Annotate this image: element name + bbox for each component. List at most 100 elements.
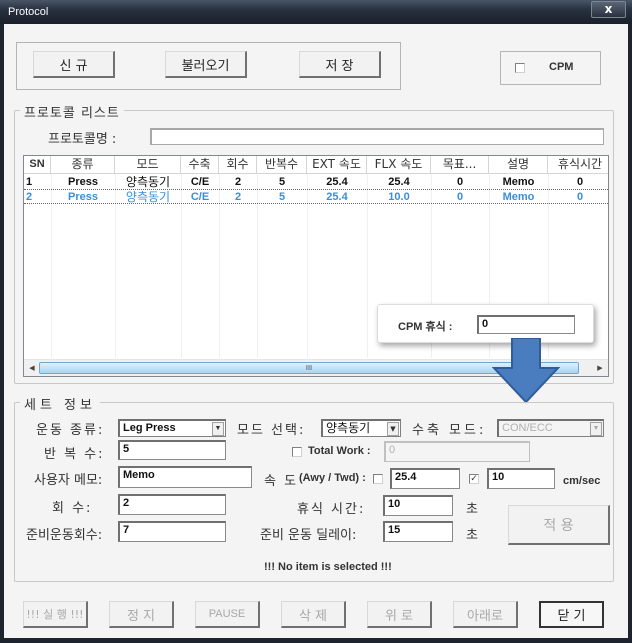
cell-description: Memo <box>502 191 535 203</box>
title-bar[interactable]: Protocol x <box>0 0 632 24</box>
warmup-delay-unit: 초 <box>466 528 478 543</box>
exercise-type-value: Leg Press <box>123 422 176 434</box>
cpm-label: CPM <box>549 61 574 73</box>
protocol-name-input[interactable] <box>150 128 604 145</box>
chevron-down-icon[interactable]: ▼ <box>212 422 224 436</box>
warmup-delay-input[interactable]: 15 <box>383 521 453 542</box>
set-info-title: 세트 정보 <box>20 394 100 413</box>
warmup-count-label: 준비운동회수: <box>26 528 103 543</box>
delete-button[interactable]: 삭 제 <box>281 601 346 628</box>
load-button[interactable]: 불러오기 <box>165 51 247 78</box>
sets-input[interactable]: 2 <box>118 494 226 515</box>
column-header-type[interactable]: 종류 <box>51 156 115 174</box>
contraction-mode-select[interactable]: CON/ECC ▼ <box>497 419 604 437</box>
speed-direction-label: (Awy / Twd) : <box>299 472 366 484</box>
contraction-mode-label: 수축 모드: <box>412 423 487 438</box>
column-header-target[interactable]: 목표... <box>431 156 489 174</box>
column-header-rest[interactable]: 휴식시간 <box>548 156 608 174</box>
cell-reps: 5 <box>278 176 286 188</box>
table-row-selected[interactable]: 2 Press 양측동기 C/E 2 5 25.4 10.0 0 Memo 0 <box>24 189 608 204</box>
column-header-sets[interactable]: 회수 <box>219 156 257 174</box>
chevron-down-icon[interactable]: ▼ <box>387 422 399 436</box>
memo-label: 사용자 메모: <box>34 473 103 488</box>
cell-description: Memo <box>502 176 535 188</box>
cpm-checkbox[interactable] <box>515 63 525 73</box>
total-work-label: Total Work : <box>308 445 371 457</box>
memo-input[interactable]: Memo <box>118 466 252 488</box>
cell-sets: 2 <box>234 191 242 203</box>
warmup-count-input[interactable]: 7 <box>118 521 226 542</box>
protocol-list-title: 프로토콜 리스트 <box>20 102 124 121</box>
mode-select-value: 양측동기 <box>326 421 371 435</box>
speed-away-checkbox[interactable] <box>373 474 383 484</box>
cell-target: 0 <box>456 176 464 188</box>
column-header-contraction[interactable]: 수축 <box>181 156 219 174</box>
cpm-rest-label: CPM 휴식 : <box>398 321 453 333</box>
rest-time-input[interactable]: 10 <box>383 495 453 516</box>
cpm-rest-input[interactable]: 0 <box>477 315 575 334</box>
speed-label: 속 도 <box>264 474 299 489</box>
exercise-type-label: 운동 종류: <box>36 423 105 438</box>
cell-type: Press <box>68 176 98 188</box>
protocol-name-label: 프로토콜명 : <box>48 132 117 147</box>
chevron-down-icon[interactable]: ▼ <box>590 422 602 436</box>
speed-toward-input[interactable]: 10 <box>487 468 555 489</box>
reps-label: 반 복 수: <box>44 447 105 462</box>
stop-button[interactable]: 정 지 <box>109 601 174 628</box>
column-header-description[interactable]: 설명 <box>489 156 548 174</box>
contraction-mode-value: CON/ECC <box>502 422 553 434</box>
scroll-left-icon[interactable]: ◀ <box>25 362 39 375</box>
exercise-type-select[interactable]: Leg Press ▼ <box>118 419 226 437</box>
cell-flx-speed: 10.0 <box>388 191 410 203</box>
cell-sn: 2 <box>26 191 33 203</box>
cell-contraction: C/E <box>190 191 210 203</box>
rest-time-label: 휴식 시간: <box>297 502 366 517</box>
column-header-sn[interactable]: SN <box>24 156 51 174</box>
cell-rest: 0 <box>576 176 584 188</box>
total-work-input[interactable]: 0 <box>384 441 530 462</box>
total-work-checkbox[interactable] <box>292 447 302 457</box>
cell-sn: 1 <box>26 176 33 188</box>
cell-rest: 0 <box>576 191 584 203</box>
speed-toward-checkbox[interactable]: ✓ <box>469 474 479 484</box>
cell-ext-speed: 25.4 <box>326 191 348 203</box>
table-header: SN 종류 모드 수축 회수 반복수 EXT 속도 FLX 속도 목표... 설… <box>24 156 608 174</box>
cell-type: Press <box>68 191 98 203</box>
mode-select[interactable]: 양측동기 ▼ <box>321 419 401 437</box>
checkmark-icon: ✓ <box>470 474 478 484</box>
window-title: Protocol <box>8 6 49 18</box>
table-row[interactable]: 1 Press 양측동기 C/E 2 5 25.4 25.4 0 Memo 0 <box>24 175 608 190</box>
run-button[interactable]: !!! 실 행 !!! <box>23 601 88 628</box>
column-header-reps[interactable]: 반복수 <box>257 156 307 174</box>
down-arrow-icon <box>492 338 560 404</box>
apply-button[interactable]: 적 용 <box>508 505 610 545</box>
down-arrow-shape <box>492 338 560 404</box>
close-window-button[interactable]: x <box>591 1 626 18</box>
column-header-mode[interactable]: 모드 <box>115 156 181 174</box>
cell-sets: 2 <box>234 176 242 188</box>
speed-away-input[interactable]: 25.4 <box>390 468 460 489</box>
move-up-button[interactable]: 위 로 <box>367 601 432 628</box>
warmup-delay-label: 준비 운동 딜레이: <box>260 528 357 543</box>
cell-reps: 5 <box>278 191 286 203</box>
cell-contraction: C/E <box>190 176 210 188</box>
save-button[interactable]: 저 장 <box>299 51 381 78</box>
new-button[interactable]: 신 규 <box>33 51 115 78</box>
cell-flx-speed: 25.4 <box>388 176 410 188</box>
scroll-right-icon[interactable]: ▶ <box>593 362 607 375</box>
close-button[interactable]: 닫 기 <box>539 601 604 628</box>
pause-button[interactable]: PAUSE <box>195 601 260 628</box>
move-down-button[interactable]: 아래로 <box>453 601 518 628</box>
grip-icon: III <box>305 364 313 372</box>
column-header-flx-speed[interactable]: FLX 속도 <box>367 156 431 174</box>
cell-target: 0 <box>456 191 464 203</box>
reps-input[interactable]: 5 <box>118 440 226 460</box>
column-header-ext-speed[interactable]: EXT 속도 <box>307 156 367 174</box>
speed-unit: cm/sec <box>563 475 601 487</box>
rest-time-unit: 초 <box>466 502 478 517</box>
close-icon: x <box>604 2 613 16</box>
cell-mode: 양측동기 <box>125 175 171 189</box>
sets-label: 회 수: <box>52 501 93 516</box>
cell-ext-speed: 25.4 <box>326 176 348 188</box>
mode-select-label: 모드 선택: <box>237 423 306 438</box>
